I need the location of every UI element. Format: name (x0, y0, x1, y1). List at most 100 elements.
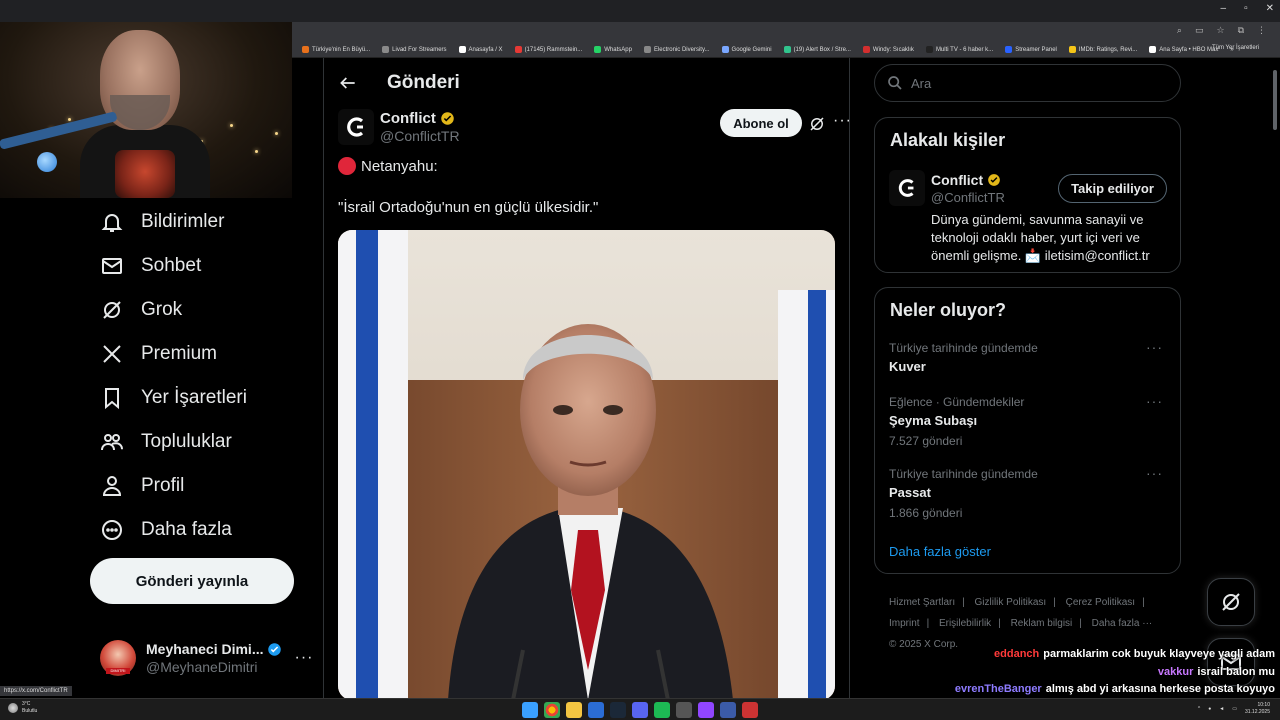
taskbar-apps (522, 702, 758, 718)
bookmark-favicon-icon (1005, 46, 1013, 53)
trend-item[interactable]: Eğlence · Gündemdekiler Şeyma Subaşı 7.5… (889, 393, 1169, 448)
page-scrollbar[interactable] (1272, 58, 1278, 698)
post-photo (338, 230, 835, 698)
nav-label: Grok (141, 299, 183, 320)
avatar[interactable] (338, 109, 374, 145)
chat-username: vakkur (1157, 665, 1194, 678)
bookmark-item[interactable]: IMDb: Ratings, Revi... (1068, 46, 1137, 53)
windows-start-icon[interactable] (522, 702, 538, 718)
bookmark-item[interactable]: Windy: Sıcaklık (862, 46, 914, 53)
chat-message: vakkur israil balon mu (920, 664, 1275, 682)
trend-item[interactable]: Türkiye tarihinde gündemde Passat 1.866 … (889, 465, 1169, 520)
bookmark-item[interactable]: Electronic Diversity... (643, 46, 710, 53)
footer-link[interactable]: Daha fazla ··· (1092, 618, 1153, 629)
footer-link[interactable]: Erişilebilirlik (939, 618, 991, 629)
search-input[interactable] (911, 75, 1161, 91)
extensions-icon[interactable]: ⧉ (1238, 25, 1244, 36)
account-more-icon[interactable]: ··· (294, 649, 313, 667)
tray-chevron-icon[interactable]: ^ (1198, 706, 1200, 712)
address-bar-row: ⌕ ▭ ☆ ⧉ ⋮ (292, 22, 1280, 42)
trend-item[interactable]: Türkiye tarihinde gündemde Kuver ··· (889, 339, 1169, 374)
minimize-icon[interactable]: – (1221, 3, 1227, 14)
cast-icon[interactable]: ▭ (1195, 25, 1204, 36)
bookmark-item[interactable]: Türkiye'nin En Büyü... (302, 46, 370, 53)
maximize-icon[interactable]: ▫ (1244, 3, 1248, 14)
app-icon[interactable] (720, 702, 736, 718)
bookmark-item[interactable]: Livad For Streamers (382, 46, 447, 53)
bookmark-item[interactable]: WhatsApp (594, 46, 632, 53)
star-icon[interactable]: ☆ (1216, 25, 1224, 36)
discord-icon[interactable] (632, 702, 648, 718)
bookmark-item[interactable]: Anasayfa / X (458, 46, 503, 53)
nav-item-profile[interactable]: Profil (90, 464, 300, 508)
chat-username: evrenTheBanger (954, 683, 1042, 695)
related-user-name[interactable]: Conflict (931, 172, 1001, 188)
grok-icon (1222, 593, 1240, 611)
app-icon[interactable] (588, 702, 604, 718)
mail-icon (102, 258, 122, 274)
bookmark-favicon-icon (925, 46, 933, 53)
bookmark-item[interactable]: (19) Alert Box / Stre... (783, 46, 851, 53)
chrome-icon[interactable] (544, 702, 560, 718)
nav-item-chat[interactable]: Sohbet (90, 244, 300, 288)
nav-item-grok[interactable]: Grok (90, 288, 300, 332)
folder-icon[interactable] (566, 702, 582, 718)
app-icon[interactable] (676, 702, 692, 718)
post-more-icon[interactable]: ··· (833, 112, 849, 130)
nav-item-more[interactable]: Daha fazla (90, 508, 300, 552)
verified-gold-badge-icon (441, 112, 454, 125)
trend-more-icon[interactable]: ··· (1146, 393, 1163, 409)
post-image[interactable] (338, 230, 835, 698)
nav-item-premium[interactable]: Premium (90, 332, 300, 376)
post-handle[interactable]: @ConflictTR (380, 128, 460, 144)
microphone-icon[interactable]: ● (1208, 706, 1211, 712)
bookmark-item[interactable]: (17145) Rammstein... (514, 46, 582, 53)
bookmark-item[interactable]: Multi TV - 6 haber k... (925, 46, 993, 53)
avatar[interactable] (889, 170, 925, 206)
weather-widget[interactable]: 3°C Bulutlu (8, 701, 37, 715)
person-icon (102, 476, 122, 496)
nav-item-notifications[interactable]: Bildirimler (90, 200, 300, 244)
trend-more-icon[interactable]: ··· (1146, 339, 1163, 355)
nav-item-bookmarks[interactable]: Yer İşaretleri (90, 376, 300, 420)
grok-fab-button[interactable] (1207, 578, 1255, 626)
footer-link[interactable]: Çerez Politikası (1066, 597, 1135, 608)
grok-icon[interactable] (808, 115, 826, 133)
account-switcher[interactable]: DIMITRI Meyhaneci Dimi... @MeyhaneDimitr… (100, 638, 315, 678)
zoom-icon[interactable]: ⌕ (1177, 25, 1182, 36)
account-handle: @MeyhaneDimitri (146, 659, 258, 675)
search-box[interactable] (874, 64, 1181, 102)
close-icon[interactable]: ✕ (1266, 3, 1274, 14)
steam-icon[interactable] (610, 702, 626, 718)
nav-label: Profil (141, 475, 185, 496)
related-user-handle[interactable]: @ConflictTR (931, 190, 1005, 205)
back-arrow-icon[interactable] (338, 73, 358, 93)
grok-icon (103, 301, 121, 319)
following-button[interactable]: Takip ediliyor (1058, 174, 1167, 203)
show-more-link[interactable]: Daha fazla göster (889, 544, 991, 559)
obs-icon[interactable] (698, 702, 714, 718)
all-bookmarks[interactable]: Tüm Yer İşaretleri (1212, 45, 1274, 51)
bookmark-item[interactable]: Ana Sayfa • HBO Max (1149, 46, 1218, 53)
post-author[interactable]: Conflict (380, 110, 455, 127)
verified-badge-icon (268, 642, 282, 656)
chat-username: eddanch (994, 648, 1040, 660)
compose-post-button[interactable]: Gönderi yayınla (90, 558, 294, 604)
spotify-icon[interactable] (654, 702, 670, 718)
footer-link[interactable]: Reklam bilgisi (1011, 618, 1073, 629)
volume-icon[interactable]: ◄ (1219, 706, 1224, 712)
nav-item-communities[interactable]: Topluluklar (90, 420, 300, 464)
footer-link[interactable]: Imprint (889, 618, 920, 629)
bookmark-item[interactable]: Streamer Panel (1005, 46, 1057, 53)
trend-more-icon[interactable]: ··· (1146, 465, 1163, 481)
footer-link[interactable]: Hizmet Şartları (889, 597, 955, 608)
clock[interactable]: 10:10 31.12.2025 (1245, 702, 1270, 716)
bookmark-item[interactable]: Google Gemini (721, 46, 772, 53)
app-icon[interactable] (742, 702, 758, 718)
footer-link[interactable]: Gizlilik Politikası (975, 597, 1047, 608)
menu-icon[interactable]: ⋮ (1257, 25, 1266, 36)
red-circle-emoji (338, 157, 356, 175)
x-logo-icon (103, 345, 121, 363)
subscribe-button[interactable]: Abone ol (720, 109, 802, 137)
network-icon[interactable]: ▭ (1232, 706, 1237, 712)
